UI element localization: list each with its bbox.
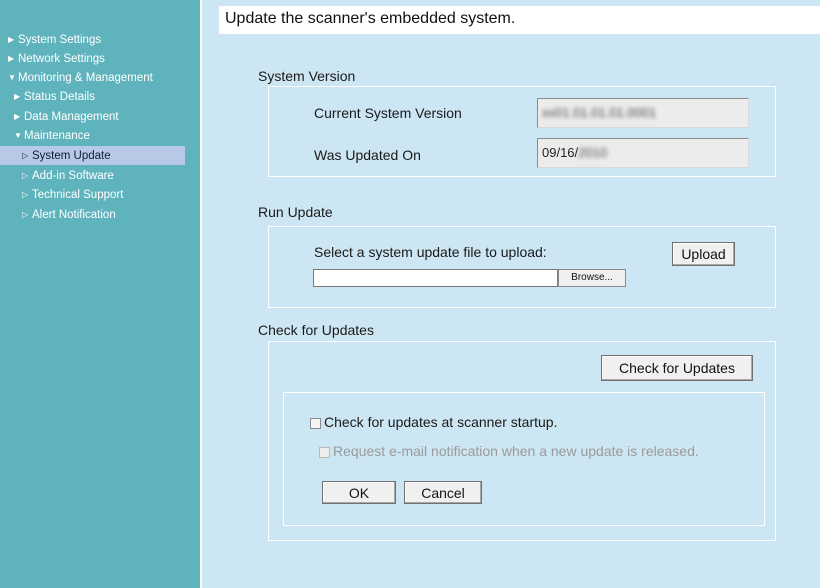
page-title: Update the scanner's embedded system. [225,10,516,27]
run-update-heading: Run Update [258,204,333,220]
sidebar-item-alert-notification[interactable]: ▷ Alert Notification [22,205,116,224]
update-options-box: Check for updates at scanner startup. Re… [283,392,765,526]
sidebar-item-label: Technical Support [32,189,124,201]
system-version-box: Current System Version xx01.01.01.01.000… [268,86,776,177]
triangle-outline-icon: ▷ [22,151,29,160]
run-update-box: Select a system update file to upload: U… [268,226,776,308]
sidebar-item-maintenance[interactable]: ▼ Maintenance [14,126,90,145]
sidebar-item-technical-support[interactable]: ▷ Technical Support [22,185,123,204]
sidebar-item-network-settings[interactable]: ▶ Network Settings [8,49,105,68]
collapse-arrow-icon: ▼ [14,131,22,140]
page-header: Update the scanner's embedded system. [219,6,820,34]
upload-prompt-label: Select a system update file to upload: [314,244,547,260]
expand-arrow-icon: ▶ [14,112,21,121]
current-version-field: xx01.01.01.01.0001 [537,98,749,128]
sidebar-item-label: Network Settings [18,53,105,65]
upload-button[interactable]: Upload [672,242,735,266]
triangle-outline-icon: ▷ [22,210,29,219]
sidebar-item-label: System Settings [18,34,102,46]
main-panel: Update the scanner's embedded system. Sy… [202,0,820,588]
sidebar-item-label: Alert Notification [32,209,116,221]
updated-on-date: 09/16/ [542,145,579,160]
sidebar-item-label: Data Management [24,111,119,123]
check-updates-heading: Check for Updates [258,322,374,338]
expand-arrow-icon: ▶ [8,54,15,63]
startup-check-label[interactable]: Check for updates at scanner startup. [324,414,557,430]
triangle-outline-icon: ▷ [22,171,29,180]
cancel-button[interactable]: Cancel [404,481,482,504]
email-notification-label: Request e-mail notification when a new u… [333,443,699,459]
current-version-value: xx01.01.01.01.0001 [542,105,657,120]
collapse-arrow-icon: ▼ [8,73,16,82]
triangle-outline-icon: ▷ [22,190,29,199]
check-updates-box: Check for Updates Check for updates at s… [268,341,776,541]
sidebar-item-label: System Update [32,150,111,162]
sidebar-item-label: Monitoring & Management [18,72,153,84]
updated-on-field: 09/16/2010 [537,138,749,168]
updated-on-year: 2010 [578,145,608,160]
sidebar-item-system-update[interactable]: ▷ System Update [0,146,185,165]
ok-button[interactable]: OK [322,481,396,504]
sidebar-item-label: Add-in Software [32,170,114,182]
sidebar-item-label: Status Details [24,91,95,103]
email-notification-checkbox[interactable] [319,447,330,458]
sidebar-item-status-details[interactable]: ▶ Status Details [14,87,95,106]
startup-check-checkbox[interactable] [310,418,321,429]
updated-on-label: Was Updated On [314,147,421,163]
update-file-input[interactable] [313,269,558,287]
expand-arrow-icon: ▶ [14,92,21,101]
sidebar-item-monitoring-management[interactable]: ▼ Monitoring & Management [8,68,153,87]
sidebar-item-data-management[interactable]: ▶ Data Management [14,107,119,126]
sidebar-item-add-in-software[interactable]: ▷ Add-in Software [22,166,114,185]
check-for-updates-button[interactable]: Check for Updates [601,355,753,381]
sidebar-item-label: Maintenance [24,130,90,142]
system-version-heading: System Version [258,68,356,84]
browse-button[interactable]: Browse... [558,269,626,287]
sidebar-nav: ▶ System Settings ▶ Network Settings ▼ Moni… [0,0,200,588]
expand-arrow-icon: ▶ [8,35,15,44]
current-version-label: Current System Version [314,105,462,121]
sidebar-item-system-settings[interactable]: ▶ System Settings [8,30,101,49]
